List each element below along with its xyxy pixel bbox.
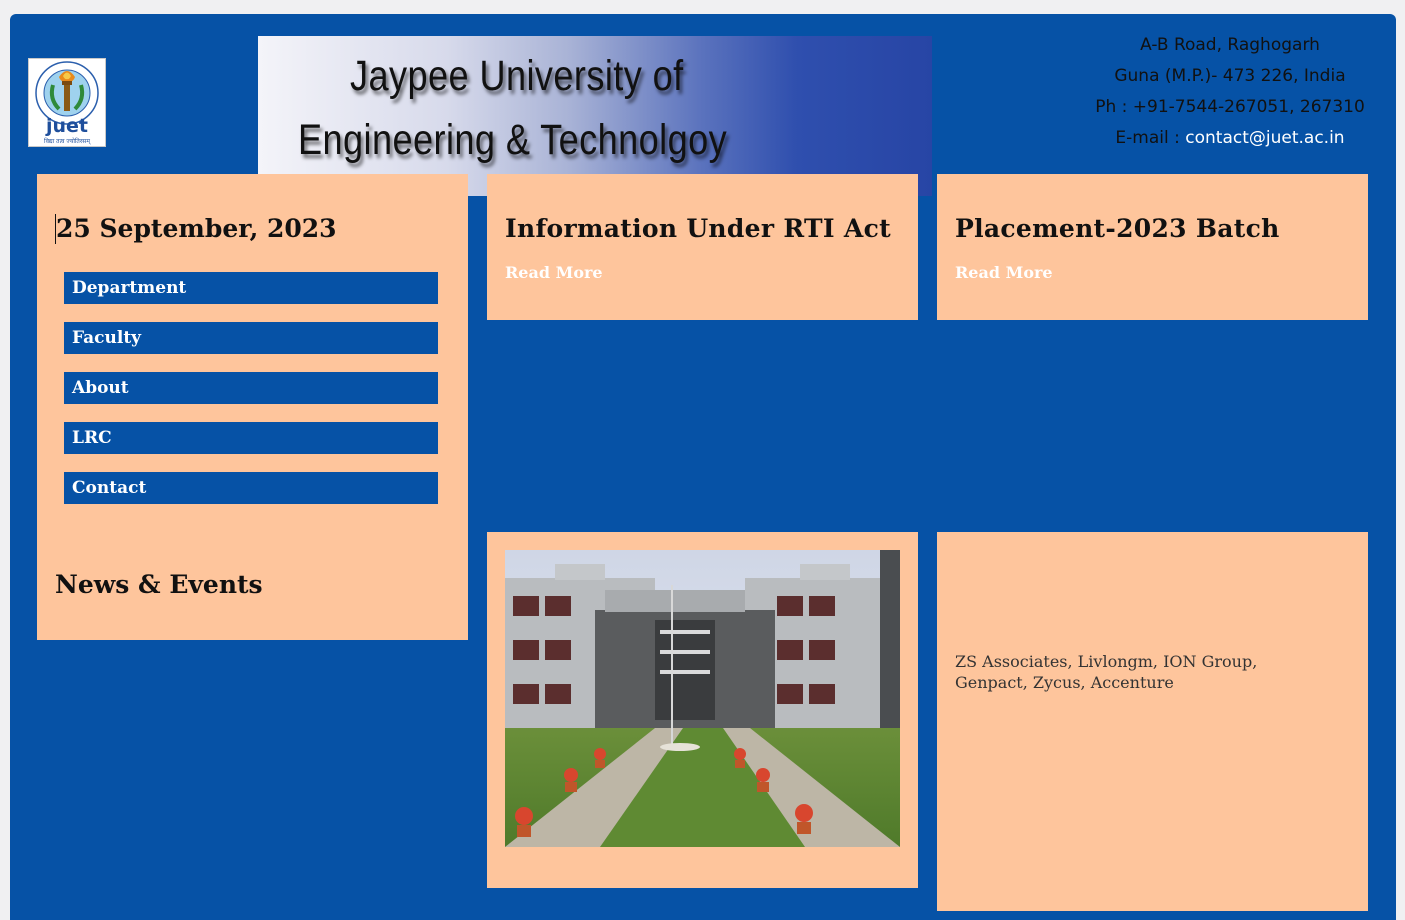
page-container: juet विद्या तत्व ज्योतिरसम् Jaypee Unive…: [10, 14, 1396, 920]
phone-numbers: Ph : +91-7544-267051, 267310: [1095, 97, 1365, 117]
nav-item-lrc[interactable]: LRC: [64, 422, 438, 454]
svg-text:juet: juet: [45, 115, 88, 137]
nav-item-department[interactable]: Department: [64, 272, 438, 304]
recruiting-companies-text: ZS Associates, Livlongm, ION Group, Genp…: [955, 652, 1258, 692]
placement-card: Placement-2023 Batch Read More: [937, 174, 1368, 320]
placement-read-more-link[interactable]: Read More: [955, 263, 1053, 282]
rti-card: Information Under RTI Act Read More: [487, 174, 918, 320]
address-line2: Guna (M.P.)- 473 226, India: [1114, 66, 1346, 86]
campus-photo-card: [487, 532, 918, 888]
rti-card-title: Information Under RTI Act: [505, 214, 891, 243]
rti-read-more-link[interactable]: Read More: [505, 263, 603, 282]
companies-card: ZS Associates, Livlongm, ION Group, Genp…: [937, 532, 1368, 911]
email-label: E-mail :: [1115, 128, 1186, 148]
banner-title-line1: Jaypee University of: [350, 52, 684, 100]
university-logo[interactable]: juet विद्या तत्व ज्योतिरसम्: [28, 58, 106, 147]
nav-item-faculty[interactable]: Faculty: [64, 322, 438, 354]
nav-item-contact[interactable]: Contact: [64, 472, 438, 504]
email-link[interactable]: contact@juet.ac.in: [1185, 128, 1344, 148]
logo-emblem-icon: juet विद्या तत्व ज्योतिरसम्: [35, 61, 99, 145]
news-events-heading: News & Events: [55, 570, 263, 599]
email-row: E-mail : contact@juet.ac.in: [1060, 123, 1400, 154]
current-date: 25 September, 2023: [55, 214, 337, 244]
campus-building-image: [505, 550, 900, 847]
address-line1: A-B Road, Raghogarh: [1140, 35, 1320, 55]
header-banner: Jaypee University of Engineering & Techn…: [258, 36, 932, 196]
placement-card-title: Placement-2023 Batch: [955, 214, 1280, 243]
svg-text:विद्या तत्व ज्योतिरसम्: विद्या तत्व ज्योतिरसम्: [44, 137, 91, 145]
sidebar-panel: 25 September, 2023 Department Faculty Ab…: [37, 174, 468, 640]
nav-item-about[interactable]: About: [64, 372, 438, 404]
sidebar-nav: Department Faculty About LRC Contact: [64, 272, 438, 522]
contact-address: A-B Road, Raghogarh Guna (M.P.)- 473 226…: [1060, 30, 1400, 154]
banner-title-line2: Engineering & Technolgoy: [298, 116, 728, 164]
